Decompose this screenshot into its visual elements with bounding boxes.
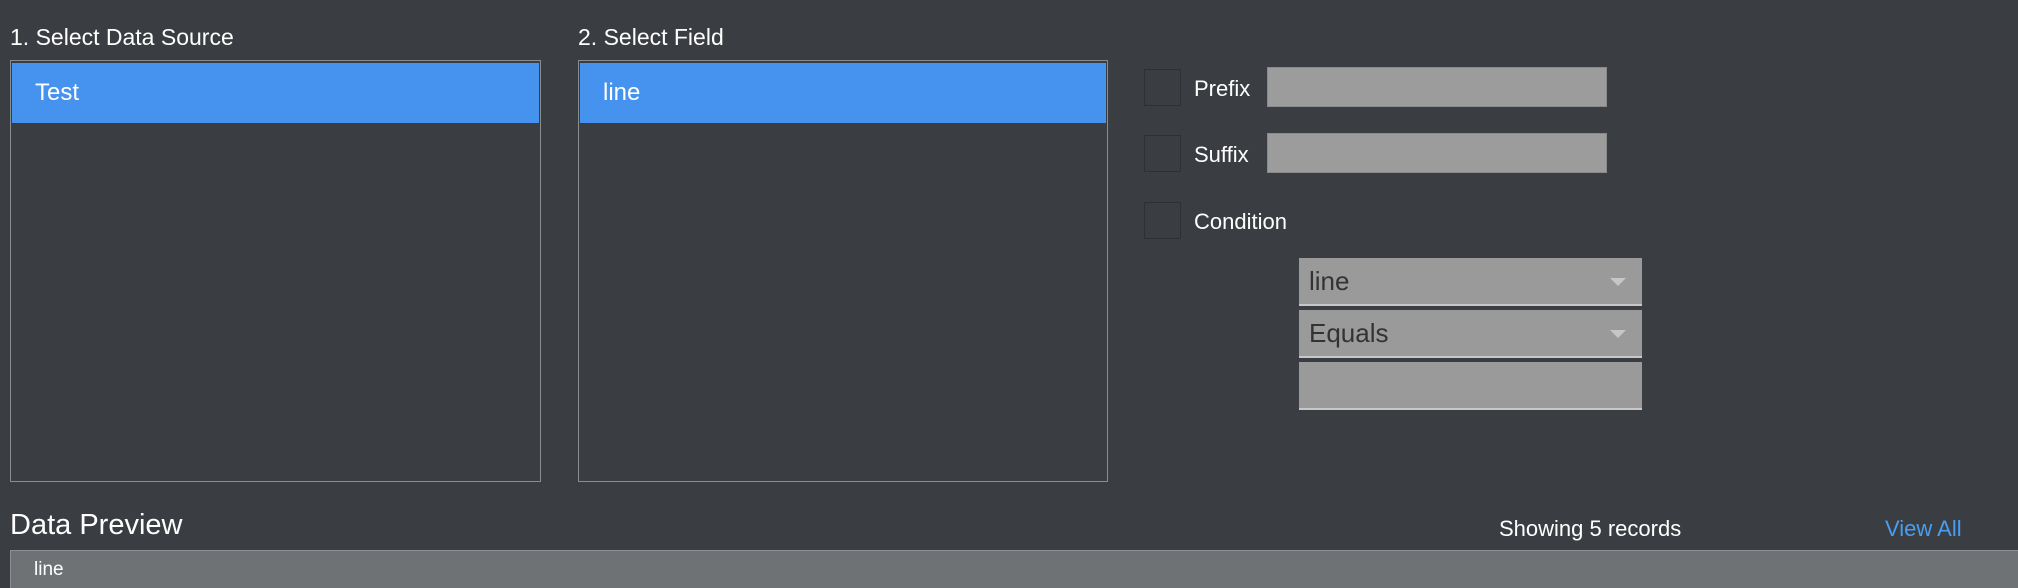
record-count: Showing 5 records [1499, 516, 1682, 541]
data-preview-title: Data Preview [10, 509, 183, 541]
data-source-list[interactable]: Test [10, 60, 541, 482]
column-header-line: line [34, 558, 64, 580]
data-source-item-test[interactable]: Test [12, 63, 539, 123]
suffix-checkbox[interactable] [1144, 135, 1181, 172]
prefix-label: Prefix [1194, 76, 1251, 101]
condition-checkbox[interactable] [1144, 202, 1181, 239]
condition-operator-value: Equals [1309, 317, 1389, 348]
field-list[interactable]: line [578, 60, 1108, 482]
prefix-checkbox[interactable] [1144, 69, 1181, 106]
chevron-down-icon [1610, 330, 1626, 338]
condition-field-value: line [1309, 265, 1350, 296]
chevron-down-icon [1610, 278, 1626, 286]
field-item-line[interactable]: line [580, 63, 1106, 123]
data-source-label: 1. Select Data Source [10, 24, 234, 50]
suffix-label: Suffix [1194, 142, 1249, 167]
view-all-link[interactable]: View All [1885, 516, 1962, 542]
condition-value-input[interactable] [1299, 362, 1642, 410]
condition-operator-select[interactable]: Equals [1299, 310, 1642, 358]
suffix-input[interactable] [1267, 133, 1607, 173]
prefix-input[interactable] [1267, 67, 1607, 107]
condition-label: Condition [1194, 209, 1287, 234]
condition-field-select[interactable]: line [1299, 258, 1642, 306]
field-label: 2. Select Field [578, 24, 724, 50]
preview-table-header: line [10, 550, 2018, 588]
